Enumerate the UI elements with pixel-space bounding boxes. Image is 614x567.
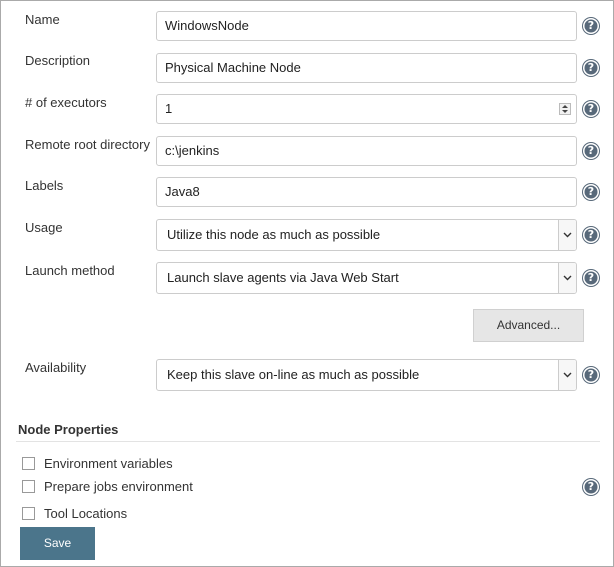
help-icon[interactable]: ?	[583, 270, 599, 286]
chevron-down-icon[interactable]	[558, 360, 576, 390]
prepare-jobs-env-checkbox[interactable]	[22, 480, 35, 493]
name-label: Name	[25, 12, 60, 27]
executors-label: # of executors	[25, 95, 107, 110]
node-config-form: Name WindowsNode ? Description Physical …	[0, 0, 614, 567]
save-button[interactable]: Save	[20, 527, 95, 560]
help-icon[interactable]: ?	[583, 18, 599, 34]
chevron-down-icon[interactable]	[558, 220, 576, 250]
remote-root-label: Remote root directory	[25, 137, 150, 152]
availability-select[interactable]: Keep this slave on-line as much as possi…	[156, 359, 577, 391]
stepper-down-icon[interactable]	[562, 110, 568, 113]
usage-selected-value: Utilize this node as much as possible	[167, 227, 381, 242]
description-label: Description	[25, 53, 91, 68]
tool-locations-label[interactable]: Tool Locations	[44, 506, 127, 521]
node-properties-heading: Node Properties	[18, 422, 119, 437]
labels-input[interactable]: Java8	[156, 177, 577, 207]
section-divider	[16, 441, 600, 442]
help-icon[interactable]: ?	[583, 101, 599, 117]
launch-method-selected-value: Launch slave agents via Java Web Start	[167, 270, 399, 285]
description-input[interactable]: Physical Machine Node	[156, 53, 577, 83]
tool-locations-checkbox[interactable]	[22, 507, 35, 520]
help-icon[interactable]: ?	[583, 60, 599, 76]
env-variables-label[interactable]: Environment variables	[44, 456, 173, 471]
stepper-up-icon[interactable]	[562, 105, 568, 108]
usage-select[interactable]: Utilize this node as much as possible	[156, 219, 577, 251]
advanced-button[interactable]: Advanced...	[473, 309, 584, 342]
name-input[interactable]: WindowsNode	[156, 11, 577, 41]
help-icon[interactable]: ?	[583, 479, 599, 495]
help-icon[interactable]: ?	[583, 184, 599, 200]
launch-method-label: Launch method	[25, 263, 115, 278]
help-icon[interactable]: ?	[583, 227, 599, 243]
launch-method-select[interactable]: Launch slave agents via Java Web Start	[156, 262, 577, 294]
labels-label: Labels	[25, 178, 64, 193]
help-icon[interactable]: ?	[583, 143, 599, 159]
remote-root-input[interactable]: c:\jenkins	[156, 136, 577, 166]
stepper-icon[interactable]	[559, 103, 571, 115]
env-variables-checkbox[interactable]	[22, 457, 35, 470]
executors-input[interactable]: 1	[156, 94, 577, 124]
chevron-down-icon[interactable]	[558, 263, 576, 293]
usage-label: Usage	[25, 220, 63, 235]
availability-selected-value: Keep this slave on-line as much as possi…	[167, 367, 420, 382]
help-icon[interactable]: ?	[583, 367, 599, 383]
executors-value: 1	[165, 101, 173, 116]
prepare-jobs-env-label[interactable]: Prepare jobs environment	[44, 479, 193, 494]
availability-label: Availability	[25, 360, 87, 375]
